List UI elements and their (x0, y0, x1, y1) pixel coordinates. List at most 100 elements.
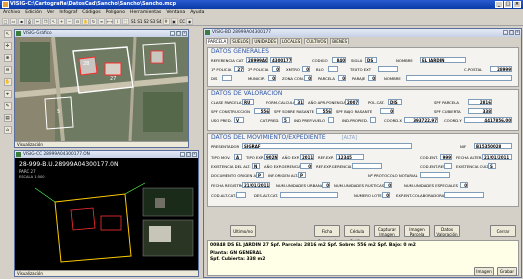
uso-field[interactable]: V (234, 117, 244, 123)
menu-archivo[interactable]: Archivo (3, 9, 20, 17)
cad-close-button[interactable]: × (192, 152, 197, 157)
pointer-icon[interactable]: ↖ (50, 17, 57, 25)
codigo-field[interactable]: 840 (332, 57, 346, 63)
zoom-out-tool-icon[interactable]: ⊖ (3, 66, 12, 74)
crosshair-tool-icon[interactable]: ✛ (3, 42, 12, 50)
grid-icon[interactable]: # (162, 17, 170, 25)
menu-poligono[interactable]: Polígono (106, 9, 125, 17)
monitor-icon[interactable]: ▣ (170, 17, 178, 25)
imagen-parcela-button[interactable]: Imagen Parcela (404, 225, 430, 237)
edit-tool-icon[interactable]: ✎ (3, 102, 12, 110)
close-button[interactable]: × (513, 1, 521, 8)
ref-cat-field[interactable]: 28999A0 (246, 57, 268, 63)
cat-pred-field[interactable]: 5 (282, 117, 290, 123)
ind-prop-field[interactable] (370, 117, 376, 123)
presentador-field[interactable]: SIGRAF (242, 143, 412, 149)
info-icon[interactable]: i (114, 17, 121, 25)
pol-cat-field[interactable]: DIS (388, 99, 402, 105)
datos-valoracion-button[interactable]: Datos Valoración (434, 225, 460, 237)
target-tool-icon[interactable]: ⌖ (3, 90, 12, 98)
notario-field[interactable] (420, 172, 450, 178)
parcela-field[interactable]: 0 (338, 75, 346, 81)
orthophoto-map[interactable]: 28 27 5 (15, 37, 188, 141)
cod-ent-res-field[interactable] (444, 163, 452, 169)
map-min-button[interactable]: _ (170, 31, 175, 36)
map-max-button[interactable]: □ (176, 31, 181, 36)
texto-ext-field[interactable] (378, 66, 398, 72)
dis-field[interactable] (222, 75, 232, 81)
map-close-button[interactable]: × (182, 31, 187, 36)
anyo-exp-field[interactable]: 2011 (300, 154, 314, 160)
imagen-button[interactable]: Imagen (474, 267, 494, 276)
open-icon[interactable]: ▭ (10, 17, 17, 25)
capturar-imagen-button[interactable]: Capturar Imagen (374, 225, 400, 237)
cad-view[interactable]: 28-999-B.U.28999A04300177.0N PARC 27 ESC… (15, 158, 198, 276)
tab-cultivos[interactable]: CULTIVOS (304, 38, 329, 44)
tab-locales[interactable]: LOCALES (279, 38, 303, 44)
cedula-grafica-button[interactable]: Cédula Gráfica (344, 225, 370, 244)
des-alt-field[interactable] (280, 192, 338, 198)
tab-bienes[interactable]: BIENES (330, 38, 350, 44)
menu-ayuda[interactable]: Ayuda (190, 9, 204, 17)
tab-suelos[interactable]: SUELOS (230, 38, 251, 44)
tab-unidades[interactable]: UNIDADES (252, 38, 278, 44)
form-close-button[interactable]: × (515, 30, 520, 35)
cad-max-button[interactable]: □ (186, 152, 191, 157)
tipo-exp-field[interactable]: 902N (264, 154, 278, 160)
ind-pred-field[interactable] (328, 117, 334, 123)
zoom-in-icon[interactable]: + (58, 17, 65, 25)
form-calc-field[interactable]: 31 (294, 99, 304, 105)
coordx-field[interactable]: 393722,97 (404, 117, 438, 123)
camera-icon[interactable]: ◉ (186, 17, 194, 25)
tab-parcela[interactable]: PARCELA (206, 38, 229, 44)
anyo-gerencia-field[interactable]: 0 (300, 163, 312, 169)
num-rus-field[interactable]: 0 (384, 182, 392, 188)
inf-field[interactable]: P (298, 172, 306, 178)
select-icon[interactable]: ⬚ (122, 17, 129, 25)
paraje-field[interactable]: 0 (368, 75, 376, 81)
cod-alt-field[interactable] (236, 192, 246, 198)
municipio-field[interactable]: 0 (268, 75, 276, 81)
zoom-in-tool-icon[interactable]: ⊕ (3, 54, 12, 62)
maximize-button[interactable]: □ (504, 1, 512, 8)
ref-exp-field[interactable]: 12345 (336, 154, 364, 160)
menu-herramientas[interactable]: Herramientas (130, 9, 161, 17)
menu-infograf[interactable]: Infograf (59, 9, 77, 17)
pan-tool-icon[interactable]: ✋ (3, 78, 12, 86)
measure-icon[interactable]: ⟷ (106, 17, 113, 25)
pan-icon[interactable]: ✋ (82, 17, 89, 25)
zona-field[interactable]: 0 (304, 75, 312, 81)
cpostal-field[interactable]: 28999 (490, 66, 512, 72)
nif-field[interactable]: B15350028 (474, 143, 512, 149)
sup-sobre-field[interactable]: 556 (316, 108, 332, 114)
nombre2-field[interactable] (406, 75, 512, 81)
sigla-field[interactable]: DS (365, 57, 377, 63)
select-tool-icon[interactable]: ↖ (3, 30, 12, 38)
grabar-button[interactable]: Grabar (497, 267, 517, 276)
menu-ver[interactable]: Ver (47, 9, 55, 17)
form-min-button[interactable]: _ (503, 30, 508, 35)
clase-field[interactable]: RU (242, 99, 254, 105)
layers-icon[interactable]: ≡ (98, 17, 105, 25)
exist-field[interactable]: N (252, 163, 260, 169)
menu-codigos[interactable]: Códigos (82, 9, 100, 17)
nombre-field[interactable]: EL JARDIN (420, 57, 466, 63)
cc-label[interactable]: CC (180, 19, 186, 24)
sup-parcela-field[interactable]: 2816 (468, 99, 492, 105)
form-max-button[interactable]: □ (509, 30, 514, 35)
menu-ventana[interactable]: Ventana (166, 9, 185, 17)
new-icon[interactable]: □ (2, 17, 9, 25)
home-tool-icon[interactable]: ⌂ (3, 126, 12, 134)
sup-bajo-field[interactable]: 0 (380, 108, 394, 114)
print-icon[interactable]: ⎙ (26, 17, 33, 25)
cut-icon[interactable]: ✂ (34, 17, 41, 25)
table-tool-icon[interactable]: ▤ (3, 114, 12, 122)
policia2-field[interactable]: 0 (272, 66, 280, 72)
cad-min-button[interactable]: _ (180, 152, 185, 157)
fecha-alt-field[interactable]: 21/01/2011 (482, 154, 512, 160)
num-esp-field[interactable]: 0 (460, 182, 468, 188)
menu-edicion[interactable]: Edición (25, 9, 42, 17)
policia-field[interactable]: 27 (234, 66, 244, 72)
minimize-button[interactable]: _ (495, 1, 503, 8)
cerrar-button[interactable]: Cerrar (490, 225, 516, 237)
